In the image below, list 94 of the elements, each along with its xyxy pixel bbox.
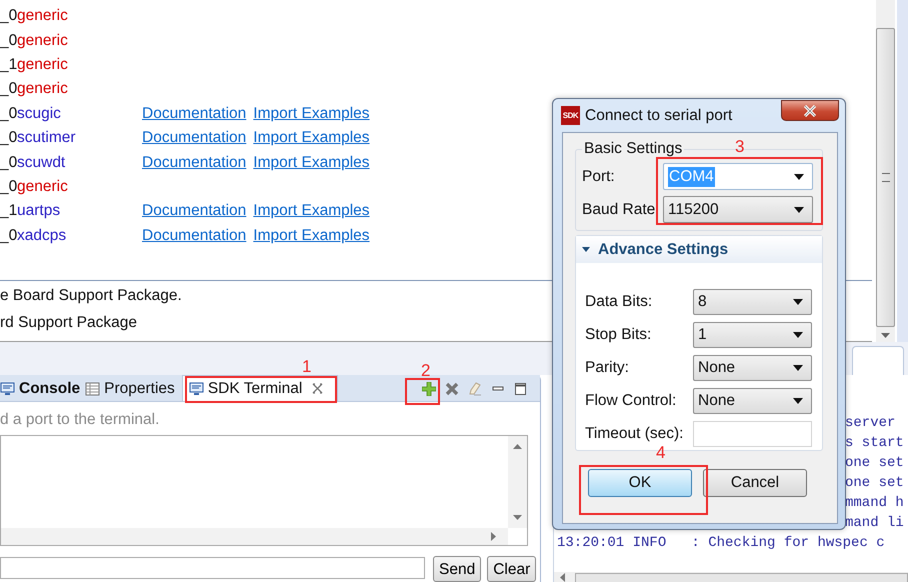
driver-name: generic xyxy=(17,32,69,50)
version-text: _0 xyxy=(0,104,17,123)
driver-name: scutimer xyxy=(17,129,77,148)
close-button[interactable] xyxy=(781,100,839,121)
caret-icon xyxy=(793,364,803,370)
add-icon[interactable] xyxy=(422,382,436,396)
tab[interactable]: Properties xyxy=(85,376,180,401)
monitor-icon xyxy=(188,382,204,396)
field-label: Baud Rate xyxy=(582,200,656,218)
annotation-number: 3 xyxy=(735,138,744,156)
hint-text: d a port to the terminal. xyxy=(0,410,160,430)
field-label: Timeout (sec): xyxy=(585,424,684,442)
scroll-down-icon[interactable] xyxy=(881,333,890,338)
field-label: Data Bits: xyxy=(585,292,654,310)
driver-name: generic xyxy=(17,178,69,196)
annotation-number: 1 xyxy=(302,358,312,376)
driver-name: xadcps xyxy=(17,226,68,245)
caret-icon xyxy=(793,398,803,404)
version-text: _1 xyxy=(0,202,17,220)
link[interactable]: Import Examples xyxy=(253,129,370,148)
version-text: _0 xyxy=(0,129,17,148)
close-icon xyxy=(803,104,817,116)
driver-name: generic xyxy=(17,56,69,74)
tab[interactable]: Console xyxy=(0,376,86,401)
console-line: mmand h xyxy=(845,494,904,513)
driver-name: uartps xyxy=(17,202,62,220)
remove-icon[interactable] xyxy=(445,382,459,396)
input-field[interactable] xyxy=(0,557,425,579)
link[interactable]: Import Examples xyxy=(253,104,370,123)
annotation-box xyxy=(405,378,440,405)
maximize-icon[interactable] xyxy=(514,382,528,396)
button[interactable]: Send xyxy=(433,556,482,582)
close-icon[interactable] xyxy=(312,383,324,394)
scroll-left-icon[interactable] xyxy=(560,573,565,582)
link[interactable]: Import Examples xyxy=(253,202,370,220)
driver-name: generic xyxy=(17,80,69,98)
version-text: _0 xyxy=(0,80,17,98)
caret-icon xyxy=(794,206,804,212)
dropdown[interactable]: None xyxy=(693,388,812,414)
console-line: one set xyxy=(845,454,904,473)
version-text: _1 xyxy=(0,56,17,74)
link[interactable]: Documentation xyxy=(142,129,246,148)
button[interactable]: Clear xyxy=(487,556,536,582)
description-text: e Board Support Package. xyxy=(0,287,182,306)
dropdown[interactable]: 8 xyxy=(693,288,812,314)
version-text: _0 xyxy=(0,32,17,50)
description-text: rd Support Package xyxy=(0,314,138,333)
caret-icon xyxy=(793,332,803,338)
dialog-button[interactable]: OK xyxy=(588,469,692,497)
annotation-number: 4 xyxy=(656,444,666,462)
scroll-up-icon[interactable] xyxy=(513,444,522,449)
vertical-scrollbar[interactable] xyxy=(876,0,895,342)
dialog-button[interactable]: Cancel xyxy=(703,469,807,497)
console-line: 13:20:01 INFO : Checking for hwspec c xyxy=(557,534,885,553)
table-icon xyxy=(85,382,100,396)
dropdown[interactable]: None xyxy=(693,354,812,380)
sdk-logo: SDK xyxy=(561,106,580,125)
vertical-scrollbar[interactable] xyxy=(508,436,527,528)
link[interactable]: Documentation xyxy=(142,202,246,220)
console-line: server xyxy=(845,414,896,433)
caret-icon xyxy=(793,298,803,304)
field-label: Flow Control: xyxy=(585,392,678,410)
annotation-number: 2 xyxy=(421,362,430,380)
link[interactable]: Import Examples xyxy=(253,226,370,245)
field-label: Port: xyxy=(582,168,616,186)
version-text: _0 xyxy=(0,178,17,196)
field-label: Stop Bits: xyxy=(585,326,652,344)
link[interactable]: Import Examples xyxy=(253,154,370,172)
console-line: mand li xyxy=(845,514,904,533)
window-title: Connect to serial port xyxy=(585,106,732,124)
horizontal-scrollbar[interactable] xyxy=(1,528,508,545)
version-text: _0 xyxy=(0,226,17,245)
horizontal-scrollbar[interactable] xyxy=(554,572,908,582)
driver-name: scugic xyxy=(17,104,62,123)
caret-icon xyxy=(794,174,804,180)
input-field[interactable] xyxy=(693,420,812,446)
driver-name: scuwdt xyxy=(17,154,66,172)
version-text: _0 xyxy=(0,154,17,172)
field-label: Parity: xyxy=(585,358,630,376)
scroll-right-icon[interactable] xyxy=(491,532,496,541)
console-line: one set xyxy=(845,474,904,493)
link[interactable]: Documentation xyxy=(142,104,246,123)
dropdown[interactable]: 1 xyxy=(693,322,812,348)
version-text: _0 xyxy=(0,7,17,26)
link[interactable]: Documentation xyxy=(142,226,246,245)
link[interactable]: Documentation xyxy=(142,154,246,172)
console-line: s start xyxy=(845,434,904,453)
output-area[interactable] xyxy=(0,435,528,546)
group-title: Basic Settings xyxy=(582,140,684,158)
driver-name: generic xyxy=(17,7,69,26)
expand-icon[interactable] xyxy=(582,247,590,252)
tab[interactable]: SDK Terminal xyxy=(182,375,338,401)
dropdown[interactable]: 115200 xyxy=(663,196,813,223)
scroll-down-icon[interactable] xyxy=(513,515,522,520)
